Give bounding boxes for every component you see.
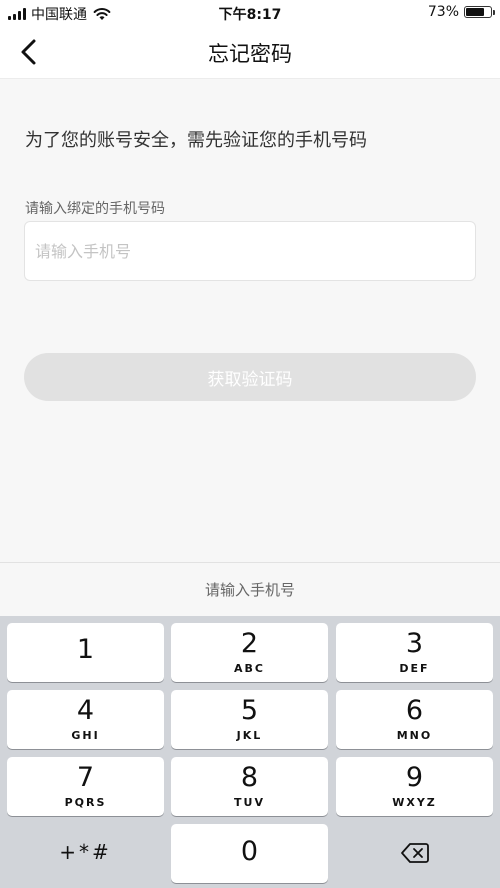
key-letters: MNO	[396, 729, 433, 742]
security-prompt: 为了您的账号安全，需先验证您的手机号码	[25, 130, 367, 151]
key-3[interactable]: 3 DEF	[336, 623, 493, 682]
key-digit: 1	[76, 634, 95, 665]
symbols-label: +*#	[59, 840, 112, 864]
key-7[interactable]: 7 PQRS	[7, 757, 164, 816]
key-letters: DEF	[399, 662, 430, 675]
phone-field-label: 请输入绑定的手机号码	[25, 201, 165, 217]
status-bar: 中国联通 下午8:17 73%	[0, 0, 500, 26]
status-time: 下午8:17	[218, 7, 282, 23]
key-digit: 9	[405, 762, 424, 793]
backspace-icon	[401, 843, 429, 863]
key-4[interactable]: 4 GHI	[7, 690, 164, 749]
key-2[interactable]: 2 ABC	[171, 623, 328, 682]
numeric-keypad: 1 2 ABC 3 DEF 4 GHI 5 JKL 6 MNO 7 PQRS 8…	[0, 616, 500, 888]
key-letters: WXYZ	[392, 796, 437, 809]
key-8[interactable]: 8 TUV	[171, 757, 328, 816]
key-digit: 2	[240, 628, 259, 659]
get-code-button[interactable]: 获取验证码	[24, 353, 476, 401]
phone-input[interactable]	[24, 221, 476, 281]
keyboard-header: 请输入手机号	[0, 562, 500, 617]
key-digit: 4	[76, 695, 95, 726]
key-digit: 3	[405, 628, 424, 659]
key-digit: 0	[240, 836, 259, 867]
key-digit: 5	[240, 695, 259, 726]
key-letters: PQRS	[64, 796, 107, 809]
key-letters: ABC	[234, 662, 265, 675]
delete-key[interactable]	[336, 824, 493, 883]
battery-icon	[464, 6, 495, 18]
page-title: 忘记密码	[208, 42, 292, 66]
nav-bar: 忘记密码	[0, 26, 500, 79]
key-digit: 8	[240, 762, 259, 793]
key-5[interactable]: 5 JKL	[171, 690, 328, 749]
key-letters: GHI	[71, 729, 100, 742]
symbols-key[interactable]: +*#	[7, 824, 164, 883]
key-digit: 7	[76, 762, 95, 793]
key-letters: JKL	[236, 729, 263, 742]
status-right: 73%	[427, 4, 495, 20]
key-9[interactable]: 9 WXYZ	[336, 757, 493, 816]
key-6[interactable]: 6 MNO	[336, 690, 493, 749]
key-letters: TUV	[234, 796, 265, 809]
key-0[interactable]: 0	[171, 824, 328, 883]
key-digit: 6	[405, 695, 424, 726]
key-1[interactable]: 1	[7, 623, 164, 682]
battery-percent: 73%	[427, 4, 459, 20]
